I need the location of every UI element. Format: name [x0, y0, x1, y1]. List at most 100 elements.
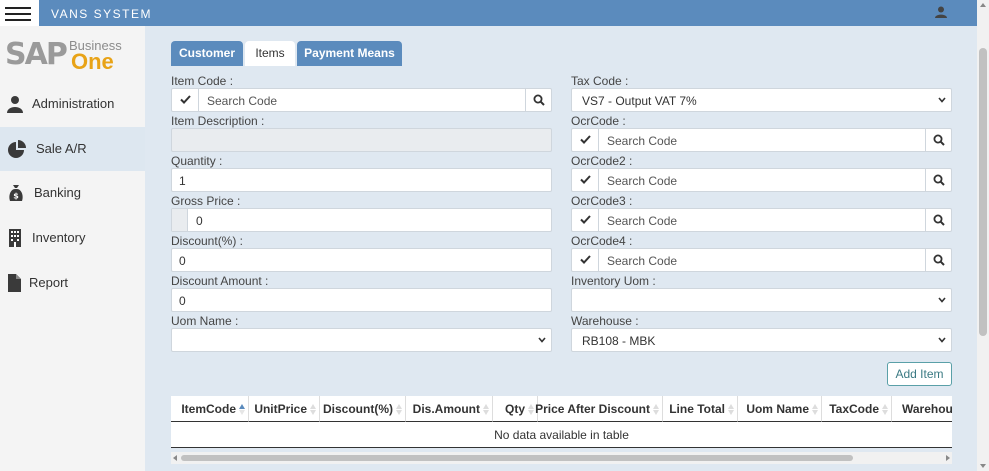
column-header-line-total[interactable]: Line Total	[663, 396, 738, 422]
scroll-left-icon[interactable]	[173, 455, 177, 461]
tab-customer[interactable]: Customer	[171, 41, 243, 66]
check-icon[interactable]	[172, 89, 199, 111]
chevron-down-icon	[938, 337, 946, 343]
warehouse-select[interactable]: RB108 - MBK	[571, 328, 952, 352]
scroll-right-icon[interactable]	[946, 455, 950, 461]
column-header-price-after-discount[interactable]: Price After Discount	[535, 396, 663, 422]
check-icon[interactable]	[572, 129, 599, 151]
sidebar-item-sale-ar[interactable]: Sale A/R	[0, 127, 145, 171]
sort-ascending-icon	[239, 404, 245, 415]
building-icon	[9, 229, 21, 247]
check-icon[interactable]	[572, 249, 599, 271]
column-header-itemcode[interactable]: ItemCode	[171, 396, 249, 422]
sidebar-item-label: Administration	[32, 96, 115, 111]
tab-payment-means[interactable]: Payment Means	[297, 41, 402, 66]
logo-sap-text: SAP	[5, 37, 68, 72]
sidebar: SAP Business One Administration Sale A/R…	[0, 26, 145, 471]
column-header-taxcode[interactable]: TaxCode	[822, 396, 892, 422]
ocr-code4-label: OcrCode4 :	[571, 234, 633, 248]
table-horizontal-scrollbar[interactable]	[171, 452, 952, 464]
sidebar-item-report[interactable]: Report	[0, 261, 145, 305]
add-item-button[interactable]: Add Item	[887, 362, 952, 386]
search-icon[interactable]	[925, 169, 951, 191]
items-table: ItemCode UnitPrice Discount(%) Dis.Amoun…	[171, 396, 952, 448]
search-icon[interactable]	[925, 209, 951, 231]
sort-icon	[483, 404, 489, 415]
discount-amount-label: Discount Amount :	[171, 274, 269, 288]
ocr-code2-label: OcrCode2 :	[571, 154, 633, 168]
sort-icon	[310, 404, 316, 415]
inventory-uom-label: Inventory Uom :	[571, 274, 656, 288]
sort-icon	[653, 404, 659, 415]
ocr-code2-field[interactable]: Search Code	[571, 168, 952, 192]
scroll-up-icon[interactable]	[980, 3, 986, 7]
tax-code-select[interactable]: VS7 - Output VAT 7%	[571, 88, 952, 112]
app-title: VANS SYSTEM	[51, 7, 152, 21]
ocr-code4-field[interactable]: Search Code	[571, 248, 952, 272]
top-bar: VANS SYSTEM	[0, 0, 977, 26]
document-icon	[8, 274, 21, 292]
discount-amount-input[interactable]: 0	[171, 288, 552, 312]
sidebar-item-banking[interactable]: $ Banking	[0, 171, 145, 215]
quantity-input[interactable]: 1	[171, 168, 552, 192]
sidebar-item-administration[interactable]: Administration	[0, 82, 145, 126]
sort-icon	[812, 404, 818, 415]
item-code-field[interactable]: Search Code	[171, 88, 552, 112]
sort-icon	[882, 404, 888, 415]
discount-pct-input[interactable]: 0	[171, 248, 552, 272]
gross-price-label: Gross Price :	[171, 194, 241, 208]
warehouse-label: Warehouse :	[571, 314, 639, 328]
tab-items[interactable]: Items	[245, 41, 295, 66]
uom-name-label: Uom Name :	[171, 314, 239, 328]
uom-name-select[interactable]	[171, 328, 552, 352]
column-header-discount-pct[interactable]: Discount(%)	[320, 396, 406, 422]
check-icon[interactable]	[572, 169, 599, 191]
user-account-icon[interactable]	[935, 6, 947, 18]
search-icon[interactable]	[925, 129, 951, 151]
title-bar: VANS SYSTEM	[39, 0, 977, 26]
sidebar-item-label: Banking	[34, 185, 81, 200]
sap-business-one-logo: SAP Business One	[5, 37, 135, 74]
sort-icon	[528, 404, 534, 415]
discount-pct-label: Discount(%) :	[171, 234, 244, 248]
logo-one-text: One	[71, 49, 114, 74]
search-icon[interactable]	[525, 89, 551, 111]
sort-icon	[396, 404, 402, 415]
chevron-down-icon	[538, 337, 546, 343]
svg-text:$: $	[13, 192, 19, 201]
chevron-down-icon	[938, 297, 946, 303]
inventory-uom-select[interactable]	[571, 288, 952, 312]
scroll-down-icon[interactable]	[980, 464, 986, 468]
gross-price-input[interactable]: 0	[171, 208, 552, 232]
page-vertical-scrollbar[interactable]	[977, 0, 989, 471]
sort-icon	[728, 404, 734, 415]
sidebar-item-inventory[interactable]: Inventory	[0, 216, 145, 260]
hamburger-menu-icon[interactable]	[5, 7, 31, 21]
money-bag-icon: $	[9, 185, 23, 201]
gross-price-addon	[172, 209, 188, 231]
item-code-label: Item Code :	[171, 74, 234, 88]
item-description-field	[171, 128, 552, 152]
table-empty-message: No data available in table	[494, 428, 629, 442]
search-icon[interactable]	[925, 249, 951, 271]
sidebar-item-label: Inventory	[32, 230, 86, 245]
column-header-uom-name[interactable]: Uom Name	[738, 396, 822, 422]
chevron-down-icon	[938, 97, 946, 103]
ocr-code3-field[interactable]: Search Code	[571, 208, 952, 232]
column-header-unitprice[interactable]: UnitPrice	[249, 396, 320, 422]
sidebar-item-label: Sale A/R	[36, 141, 87, 156]
scrollbar-thumb[interactable]	[181, 455, 853, 461]
user-icon	[7, 96, 23, 113]
check-icon[interactable]	[572, 209, 599, 231]
scrollbar-thumb[interactable]	[979, 48, 987, 336]
ocr-code-label: OcrCode :	[571, 114, 626, 128]
sidebar-item-label: Report	[29, 275, 69, 290]
column-header-dis-amount[interactable]: Dis.Amount	[406, 396, 493, 422]
tax-code-label: Tax Code :	[571, 74, 629, 88]
pie-chart-icon	[8, 140, 26, 158]
quantity-label: Quantity :	[171, 154, 223, 168]
column-header-warehouse[interactable]: Warehouse	[892, 396, 952, 422]
item-code-placeholder: Search Code	[207, 94, 278, 108]
ocr-code-field[interactable]: Search Code	[571, 128, 952, 152]
column-header-qty[interactable]: Qty	[493, 396, 538, 422]
